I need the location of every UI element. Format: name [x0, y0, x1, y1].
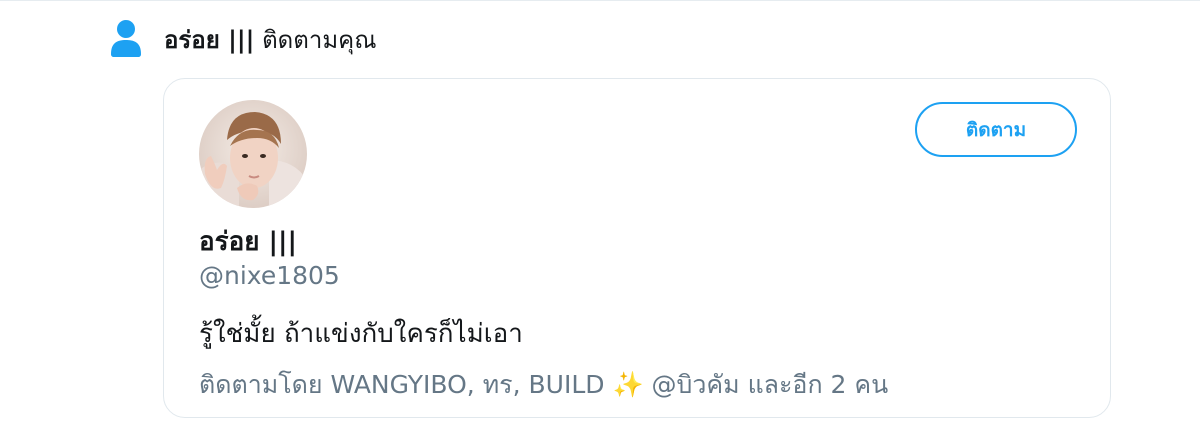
display-name[interactable]: อร่อย |||	[199, 221, 297, 262]
top-divider	[0, 0, 1200, 1]
person-icon	[111, 20, 141, 57]
notification-action: ติดตามคุณ	[262, 25, 377, 54]
user-card[interactable]: ติดตาม อร่อย ||| @nixe1805 รู้ใช่มั้ย ถ้…	[163, 78, 1111, 418]
notification-page: อร่อย ||| ติดตามคุณ ติดตาม อร่อย ||| @ni…	[0, 0, 1200, 423]
followed-by-text: ติดตามโดย WANGYIBO, ทร, BUILD ✨ @บิวคัม …	[199, 370, 889, 399]
follow-notification[interactable]: อร่อย ||| ติดตามคุณ	[110, 16, 376, 62]
follow-button[interactable]: ติดตาม	[915, 102, 1077, 157]
notification-text: อร่อย ||| ติดตามคุณ	[164, 20, 376, 59]
user-bio: รู้ใช่มั้ย ถ้าแข่งกับใครก็ไม่เอา	[199, 319, 523, 349]
avatar[interactable]	[199, 100, 307, 208]
notification-user-name[interactable]: อร่อย |||	[164, 26, 254, 54]
avatar-photo	[199, 100, 307, 208]
user-handle[interactable]: @nixe1805	[199, 261, 340, 290]
